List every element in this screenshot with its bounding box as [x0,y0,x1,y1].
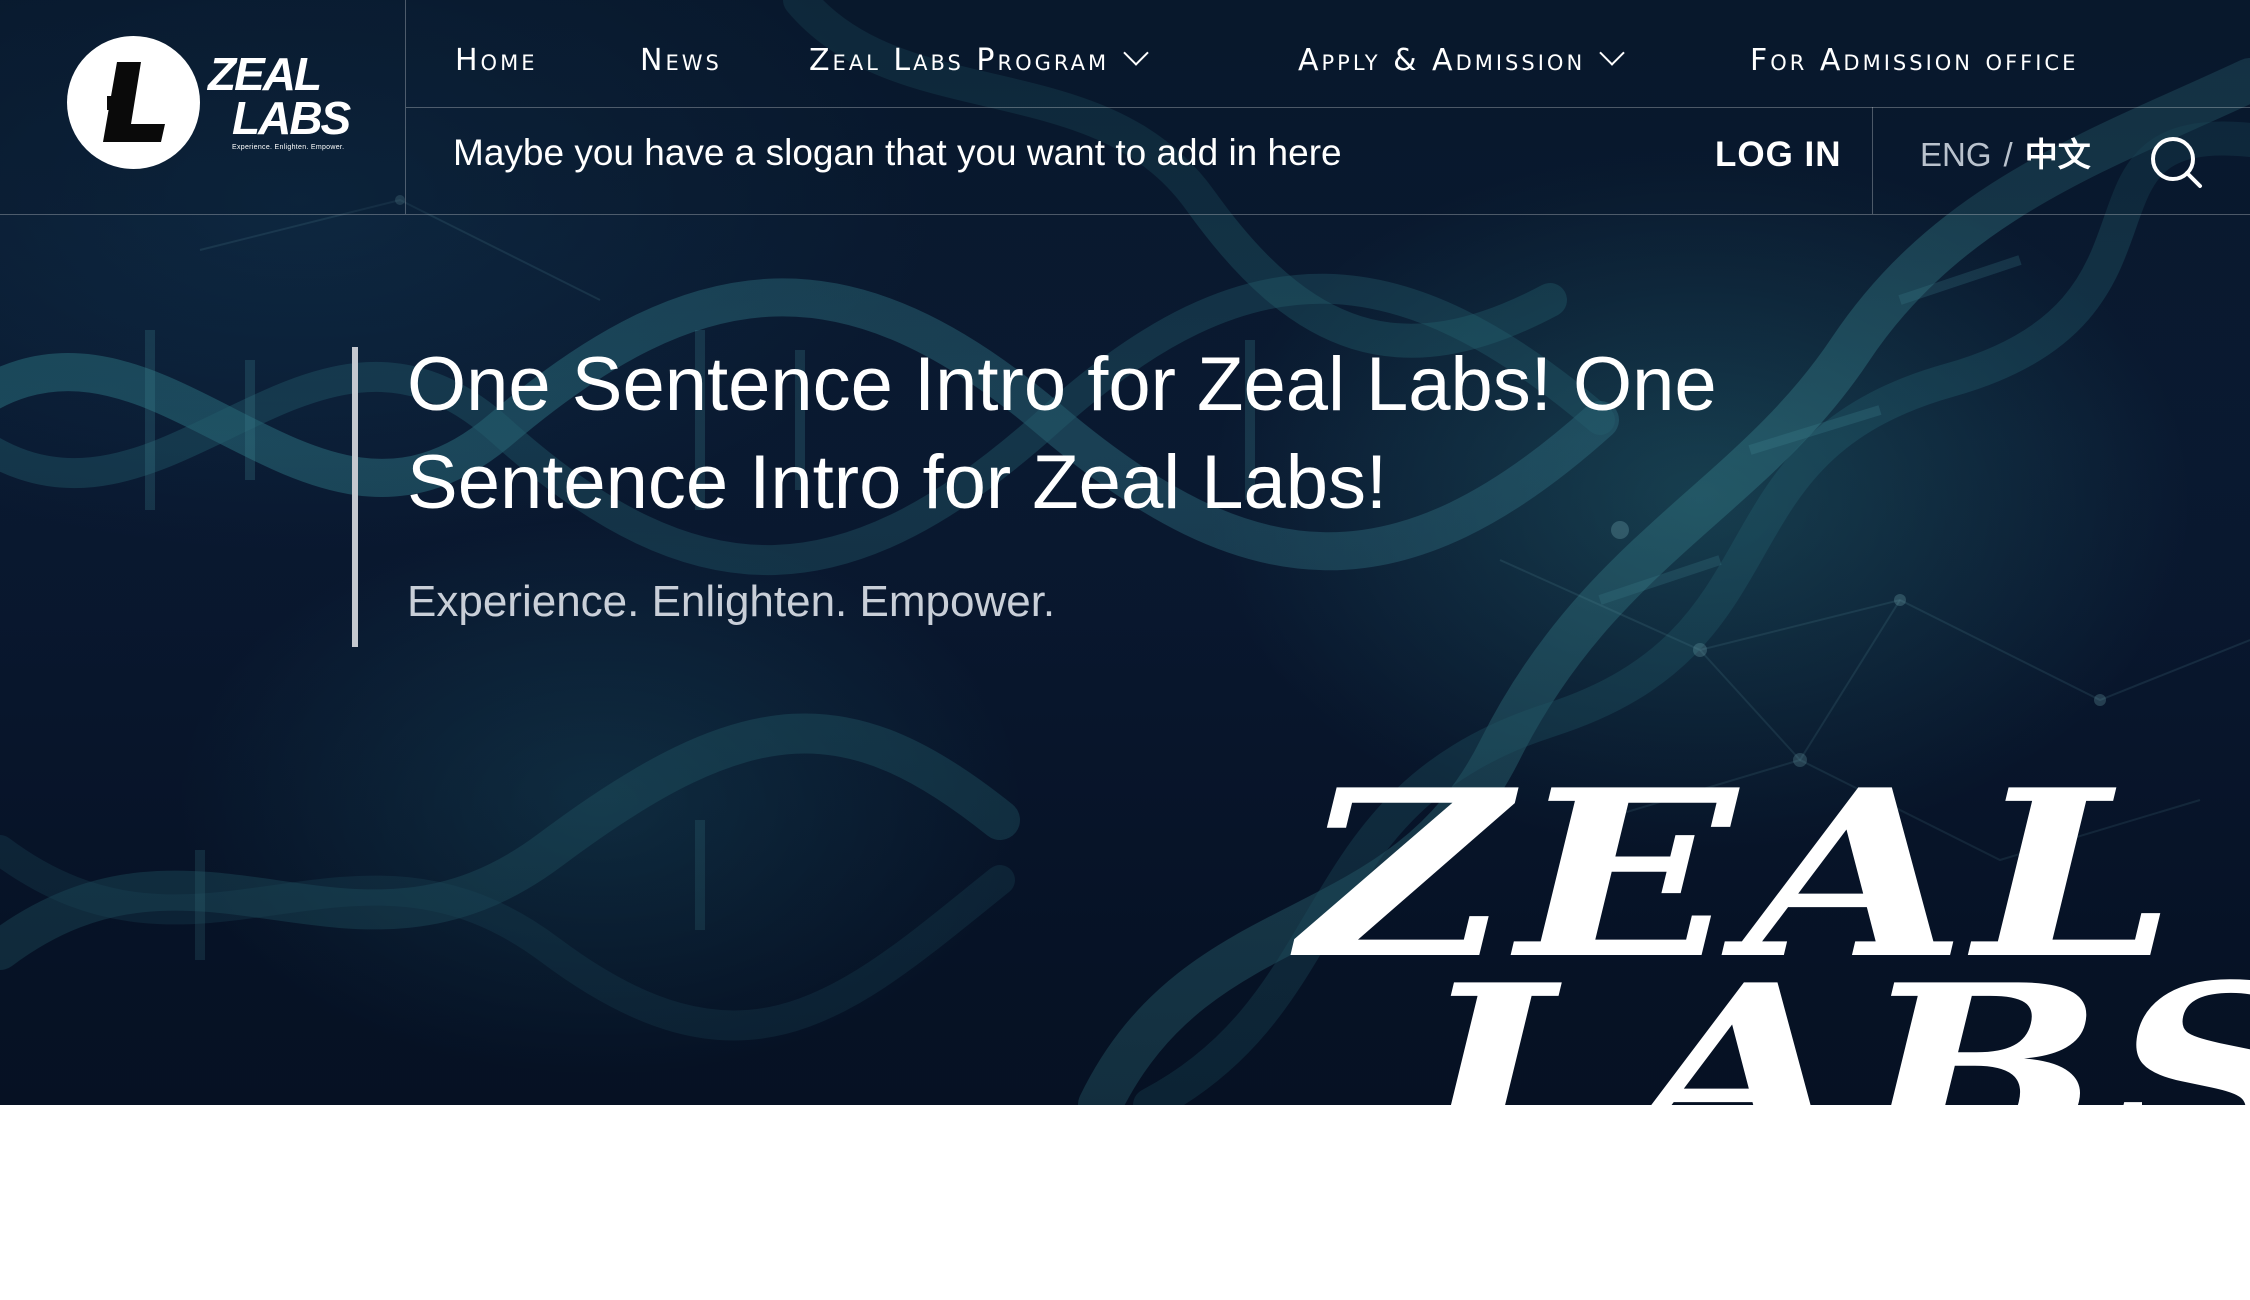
header-divider [1872,107,1873,214]
lang-eng[interactable]: ENG [1920,136,1992,173]
logo-wordmark: ZEAL LABS [208,51,351,144]
hero-subtitle: Experience. Enlighten. Empower. [407,577,1056,626]
nav-admission-office[interactable]: For Admission office [1750,44,2078,78]
chevron-down-icon [1123,40,1149,66]
header-slogan: Maybe you have a slogan that you want to… [453,132,1342,173]
site-header: ZEAL LABS Experience. Enlighten. Empower… [0,0,2250,215]
lang-zh[interactable]: 中文 [2025,136,2091,173]
nav-news[interactable]: News [640,44,722,78]
main-nav: Home News Zeal Labs Program Apply & Admi… [406,0,2250,108]
logo[interactable]: ZEAL LABS Experience. Enlighten. Empower… [0,0,406,214]
nav-zeal-labs-program[interactable]: Zeal Labs Program [809,40,1149,78]
login-link[interactable]: LOG IN [1715,135,1842,175]
quote-bar [352,347,358,647]
search-icon [2151,137,2202,188]
logo-mark [67,36,200,169]
logo-tagline: Experience. Enlighten. Empower. [232,144,345,151]
big-word-labs: LABS [1420,935,2250,1105]
nav-home[interactable]: Home [455,44,537,78]
nav-zeal-labs-program-label: Zeal Labs Program [809,43,1110,78]
hero-title: One Sentence Intro for Zeal Labs! One Se… [407,342,1717,525]
language-switcher: ENG / 中文 [1920,135,2091,175]
logo-l-icon [103,62,165,142]
search-button[interactable] [2148,134,2204,190]
nav-apply-admission-label: Apply & Admission [1298,43,1586,78]
chevron-down-icon [1599,40,1625,66]
logo-word-line2: LABS [232,92,351,144]
nav-apply-admission[interactable]: Apply & Admission [1298,40,1625,78]
lang-separator: / [2003,136,2013,173]
